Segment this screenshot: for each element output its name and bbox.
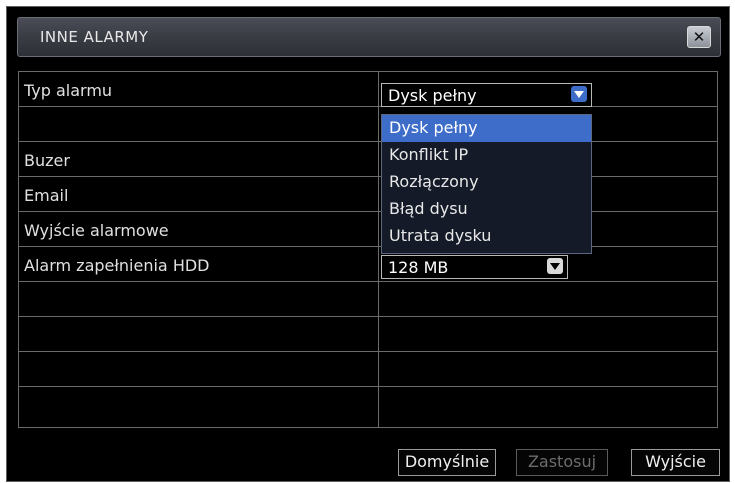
apply-button[interactable]: Zastosuj	[516, 449, 608, 476]
dropdown-option-disk-loss[interactable]: Utrata dysku	[382, 223, 591, 250]
chevron-down-icon[interactable]	[571, 86, 587, 102]
exit-button[interactable]: Wyjście	[631, 449, 720, 476]
row-email: Email	[19, 177, 717, 212]
dialog-title: INNE ALARMY	[40, 28, 149, 46]
alarm-type-value: Dysk pełny	[388, 86, 477, 105]
label-alarm-type: Typ alarmu	[24, 81, 113, 100]
row-alarm-type: Typ alarmu	[19, 72, 717, 107]
close-button[interactable]: ✕	[687, 26, 711, 48]
row-buzzer: Buzer	[19, 142, 717, 177]
row-empty	[19, 107, 717, 142]
hdd-threshold-select[interactable]: 128 MB	[381, 255, 568, 279]
settings-grid: Typ alarmu Buzer Email Wyjście alarmowe …	[18, 71, 718, 428]
dialog-titlebar: INNE ALARMY ✕	[17, 17, 721, 57]
alarm-type-dropdown: Dysk pełny Konflikt IP Rozłączony Błąd d…	[381, 114, 592, 254]
dropdown-option-disk-full[interactable]: Dysk pełny	[382, 115, 591, 142]
hdd-threshold-value: 128 MB	[388, 258, 449, 277]
alarm-type-select[interactable]: Dysk pełny	[381, 83, 592, 107]
row-alarm-output: Wyjście alarmowe	[19, 212, 717, 247]
row-empty	[19, 282, 717, 317]
row-hdd-full-alarm: Alarm zapełnienia HDD	[19, 247, 717, 282]
label-alarm-output: Wyjście alarmowe	[24, 221, 169, 240]
label-buzzer: Buzer	[24, 151, 70, 170]
close-icon: ✕	[692, 28, 706, 46]
row-empty	[19, 352, 717, 387]
dropdown-option-ip-conflict[interactable]: Konflikt IP	[382, 142, 591, 169]
row-empty	[19, 317, 717, 352]
dropdown-option-disconnected[interactable]: Rozłączony	[382, 169, 591, 196]
default-button[interactable]: Domyślnie	[398, 449, 496, 476]
row-empty	[19, 387, 717, 422]
label-email: Email	[24, 186, 69, 205]
dropdown-option-disk-error[interactable]: Błąd dysu	[382, 196, 591, 223]
label-hdd-full-alarm: Alarm zapełnienia HDD	[24, 256, 210, 275]
chevron-down-icon[interactable]	[547, 258, 563, 274]
